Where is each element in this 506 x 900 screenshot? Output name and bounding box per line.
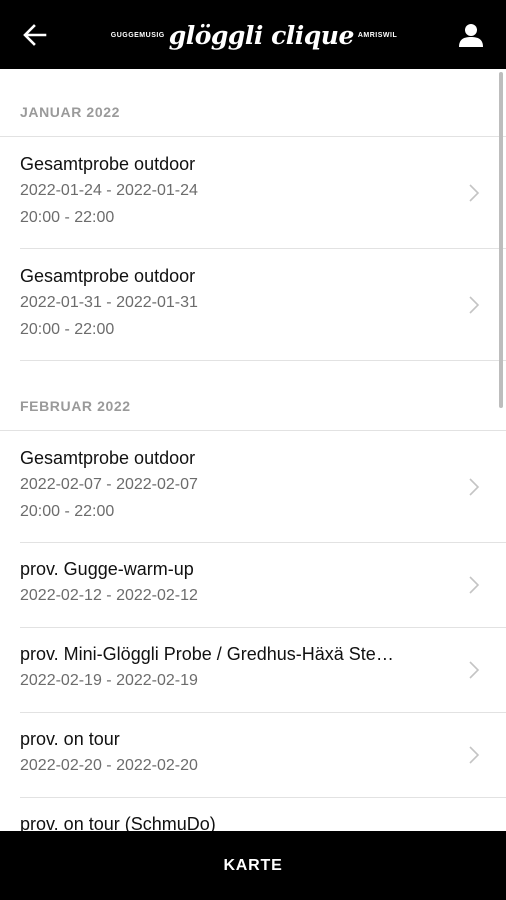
chevron-right-icon bbox=[469, 477, 480, 496]
logo-left-text: GUGGEMUSIG bbox=[110, 31, 165, 39]
event-dates: 2022-02-07 - 2022-02-07 bbox=[20, 476, 198, 493]
karte-label: KARTE bbox=[223, 856, 283, 874]
event-time: 20:00 - 22:00 bbox=[20, 209, 115, 226]
scrollbar[interactable] bbox=[499, 72, 503, 408]
arrow-left-icon bbox=[23, 24, 47, 46]
event-title: prov. Gugge-warm-up bbox=[20, 559, 194, 579]
event-list[interactable]: JANUAR 2022 Gesamtprobe outdoor 2022-01-… bbox=[0, 69, 506, 831]
user-button[interactable] bbox=[454, 18, 488, 52]
logo-main-text: glöggli clique bbox=[168, 20, 355, 50]
karte-button[interactable]: KARTE bbox=[0, 831, 506, 900]
chevron-right-icon bbox=[469, 295, 480, 314]
event-dates: 2022-02-12 - 2022-02-12 bbox=[20, 587, 198, 604]
list-item[interactable]: prov. Mini-Glöggli Probe / Gredhus-Häxä … bbox=[20, 628, 506, 713]
event-title: Gesamtprobe outdoor bbox=[20, 154, 196, 174]
section-header-februar: FEBRUAR 2022 bbox=[0, 361, 506, 431]
list-item[interactable]: prov. Gugge-warm-up 2022-02-12 - 2022-02… bbox=[20, 543, 506, 628]
event-dates: 2022-01-31 - 2022-01-31 bbox=[20, 294, 198, 311]
list-item[interactable]: Gesamtprobe outdoor 2022-02-07 - 2022-02… bbox=[20, 431, 506, 543]
list-item[interactable]: Gesamtprobe outdoor 2022-01-24 - 2022-01… bbox=[20, 137, 506, 249]
event-dates: 2022-02-19 - 2022-02-19 bbox=[20, 672, 198, 689]
chevron-right-icon bbox=[469, 183, 480, 202]
event-title: prov. Mini-Glöggli Probe / Gredhus-Häxä … bbox=[20, 644, 394, 664]
list-item[interactable]: prov. on tour 2022-02-20 - 2022-02-20 bbox=[20, 713, 506, 798]
event-dates: 2022-02-20 - 2022-02-20 bbox=[20, 757, 198, 774]
chevron-right-icon bbox=[469, 661, 480, 679]
chevron-right-icon bbox=[469, 576, 480, 594]
event-title: Gesamtprobe outdoor bbox=[20, 266, 196, 286]
event-time: 20:00 - 22:00 bbox=[20, 503, 115, 520]
list-item[interactable]: Gesamtprobe outdoor 2022-01-31 - 2022-01… bbox=[20, 249, 506, 361]
logo-right-text: AMRISWIL bbox=[357, 31, 398, 39]
top-app-bar: GUGGEMUSIG glöggli clique AMRISWIL bbox=[0, 0, 506, 69]
app-logo: GUGGEMUSIG glöggli clique AMRISWIL bbox=[108, 14, 400, 56]
event-title: prov. on tour (SchmuDo) bbox=[20, 814, 216, 831]
event-time: 20:00 - 22:00 bbox=[20, 321, 115, 338]
section-header-januar: JANUAR 2022 bbox=[0, 69, 506, 137]
list-item[interactable]: prov. on tour (SchmuDo) bbox=[20, 798, 506, 831]
event-title: Gesamtprobe outdoor bbox=[20, 448, 196, 468]
back-button[interactable] bbox=[18, 20, 52, 50]
event-dates: 2022-01-24 - 2022-01-24 bbox=[20, 182, 198, 199]
event-title: prov. on tour bbox=[20, 729, 120, 749]
chevron-right-icon bbox=[469, 746, 480, 764]
user-icon bbox=[459, 24, 483, 47]
